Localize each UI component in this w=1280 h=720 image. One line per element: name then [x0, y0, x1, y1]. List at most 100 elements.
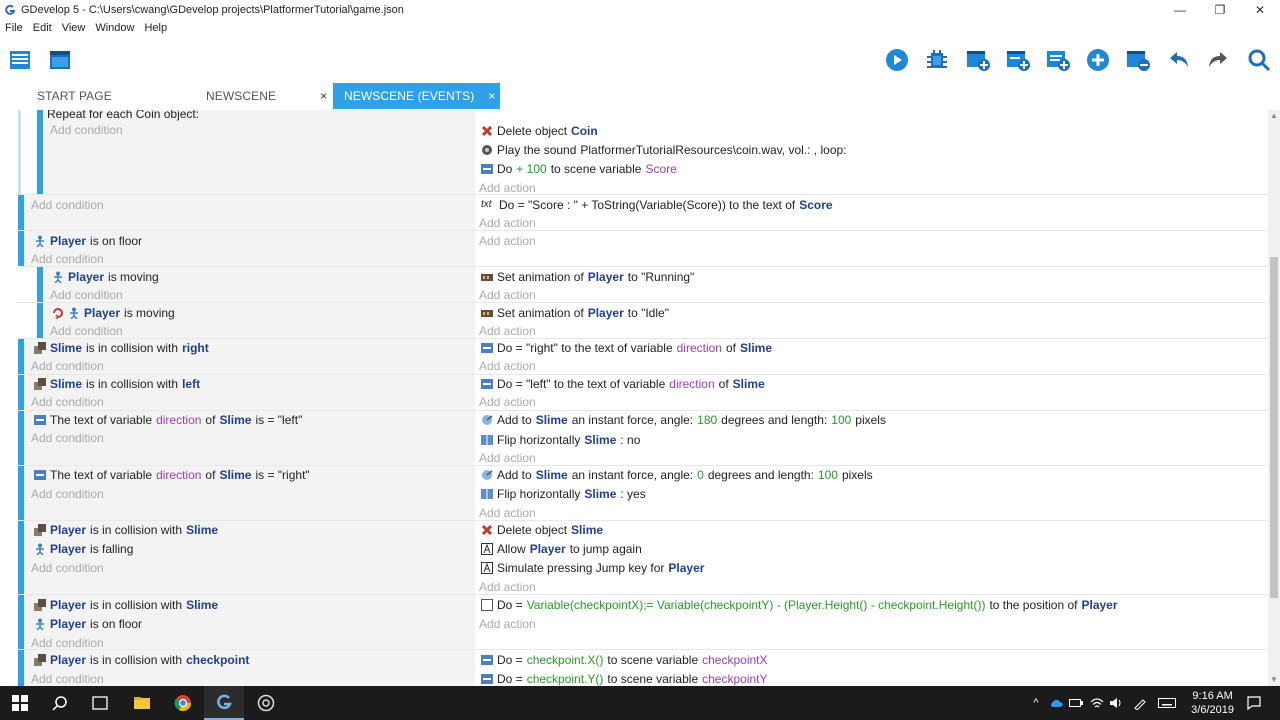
action-set-direction-left[interactable]: Do = "left" to the text of variable direc…	[481, 375, 765, 393]
action-delete-slime[interactable]: Delete object Slime	[481, 521, 603, 539]
action-add-score[interactable]: Do + 100 to scene variable Score	[481, 160, 677, 178]
wifi-icon[interactable]	[1087, 686, 1107, 720]
add-action-link[interactable]: Add action	[479, 615, 536, 633]
event-player-not-moving[interactable]: Player is moving Add condition Set animat…	[0, 303, 1268, 339]
condition-direction-right[interactable]: The text of variable direction of Slime is =…	[34, 466, 310, 484]
preview-button[interactable]	[883, 46, 911, 74]
menu-file[interactable]: File	[0, 22, 28, 34]
add-condition-link[interactable]: Add condition	[31, 357, 104, 375]
condition-slime-collision-right[interactable]: Slime is in collision with right	[34, 339, 209, 357]
condition-player-on-floor[interactable]: Player is on floor	[34, 615, 142, 633]
add-subevent-button[interactable]	[1004, 46, 1032, 74]
notification-icon[interactable]	[1244, 686, 1264, 720]
action-add-force-right[interactable]: Add to Slime an instant force, angle: 0 degr…	[481, 466, 873, 484]
battery-icon[interactable]	[1066, 686, 1086, 720]
action-set-animation-idle[interactable]: Set animation of Player to "Idle"	[481, 304, 669, 322]
add-action-link[interactable]: Add action	[479, 232, 536, 250]
action-set-animation-running[interactable]: Set animation of Player to "Running"	[481, 268, 694, 286]
action-allow-jump[interactable]: Allow Player to jump again	[481, 540, 642, 558]
project-manager-button[interactable]	[6, 46, 34, 74]
scroll-down-arrow-icon[interactable]: ▼	[1268, 674, 1280, 686]
pen-icon[interactable]	[1130, 686, 1150, 720]
event-slime-collide-right[interactable]: Slime is in collision with right Add condi…	[0, 339, 1268, 375]
action-delete-coin[interactable]: Delete object Coin	[481, 122, 598, 140]
condition-player-collision-slime[interactable]: Player is in collision with Slime	[34, 521, 218, 539]
volume-icon[interactable]	[1106, 686, 1126, 720]
undo-button[interactable]	[1165, 46, 1193, 74]
event-slime-collide-left[interactable]: Slime is in collision with left Add condit…	[0, 375, 1268, 411]
file-explorer-taskbar-button[interactable]	[122, 686, 162, 720]
vertical-scrollbar[interactable]: ▲ ▼	[1268, 110, 1280, 686]
system-clock[interactable]: 9:16 AM 3/6/2019	[1191, 689, 1234, 717]
tab-newscene[interactable]: NEWSCENE ×	[190, 83, 333, 109]
event-player-on-floor[interactable]: Player is on floor Add condition Add acti…	[0, 231, 1268, 267]
gdevelop-taskbar-button[interactable]	[204, 686, 244, 720]
condition-slime-collision-left[interactable]: Slime is in collision with left	[34, 375, 200, 393]
menu-view[interactable]: View	[57, 22, 91, 34]
menu-window[interactable]: Window	[90, 22, 139, 34]
add-condition-link[interactable]: Add condition	[31, 393, 104, 411]
event-stomp-slime[interactable]: Player is in collision with Slime Player is…	[0, 521, 1268, 595]
add-event-button[interactable]	[964, 46, 992, 74]
start-button[interactable]	[0, 686, 40, 720]
action-flip-yes[interactable]: Flip horizontally Slime: yes	[481, 485, 646, 503]
action-flip-no[interactable]: Flip horizontally Slime: no	[481, 431, 640, 449]
event-checkpoint[interactable]: Player is in collision with checkpoint Add…	[0, 650, 1268, 686]
search-taskbar-button[interactable]	[40, 686, 80, 720]
onedrive-icon[interactable]	[1046, 686, 1066, 720]
add-condition-link[interactable]: Add condition	[31, 559, 104, 577]
close-tab-icon[interactable]: ×	[488, 89, 495, 103]
condition-player-moving[interactable]: Player is moving	[52, 268, 159, 286]
condition-player-on-floor[interactable]: Player is on floor	[34, 232, 142, 250]
event-update-score[interactable]: Add condition txt Do = "Score : " + ToSt…	[0, 195, 1268, 231]
close-window-button[interactable]: ✕	[1240, 0, 1280, 20]
events-sheet[interactable]: Repeat for each Coin object: Add conditi…	[0, 110, 1268, 686]
delete-selection-button[interactable]	[1124, 46, 1152, 74]
tab-start-page[interactable]: START PAGE	[0, 83, 190, 109]
add-action-link[interactable]: Add action	[479, 357, 536, 375]
action-set-checkpoint-x[interactable]: Do = checkpoint.X() to scene variable check…	[481, 651, 768, 669]
search-button[interactable]	[1245, 46, 1273, 74]
event-repeat-coin[interactable]: Repeat for each Coin object: Add conditi…	[0, 110, 1268, 195]
close-tab-icon[interactable]: ×	[320, 89, 327, 103]
action-set-direction-right[interactable]: Do = "right" to the text of variable dire…	[481, 339, 772, 357]
keyboard-icon[interactable]	[1157, 686, 1177, 720]
action-simulate-jump[interactable]: Simulate pressing Jump key for Player	[481, 559, 704, 577]
maximize-button[interactable]: ❐	[1200, 0, 1240, 20]
app-taskbar-button[interactable]	[246, 686, 286, 720]
scene-editor-button[interactable]	[46, 46, 74, 74]
event-player-dies[interactable]: Player is in collision with Slime Player is…	[0, 595, 1268, 650]
menu-edit[interactable]: Edit	[28, 22, 57, 34]
add-condition-link[interactable]: Add condition	[31, 196, 104, 214]
debugger-button[interactable]	[923, 46, 951, 74]
action-set-checkpoint-y[interactable]: Do = checkpoint.Y() to scene variable check…	[481, 670, 768, 686]
event-direction-left[interactable]: The text of variable direction of Slime is =…	[0, 411, 1268, 466]
condition-player-falling[interactable]: Player is falling	[34, 540, 133, 558]
task-view-button[interactable]	[80, 686, 120, 720]
action-play-sound[interactable]: Play the sound PlatformerTutorialResource…	[481, 141, 847, 159]
add-condition-link[interactable]: Add condition	[31, 670, 104, 686]
scrollbar-thumb[interactable]	[1270, 257, 1278, 598]
condition-direction-left[interactable]: The text of variable direction of Slime is =…	[34, 411, 302, 429]
event-direction-right[interactable]: The text of variable direction of Slime is =…	[0, 466, 1268, 521]
scroll-up-arrow-icon[interactable]: ▲	[1268, 110, 1280, 122]
redo-button[interactable]	[1204, 46, 1232, 74]
add-condition-link[interactable]: Add condition	[31, 429, 104, 447]
minimize-button[interactable]: —	[1160, 0, 1200, 20]
chrome-taskbar-button[interactable]	[163, 686, 203, 720]
tab-newscene-events[interactable]: NEWSCENE (EVENTS) ×	[333, 83, 500, 109]
action-set-position[interactable]: Do = Variable(checkpointX);= Variable(che…	[481, 596, 1118, 614]
condition-player-collision-slime[interactable]: Player is in collision with Slime	[34, 596, 218, 614]
condition-player-collision-checkpoint[interactable]: Player is in collision with checkpoint	[34, 651, 249, 669]
add-condition-link[interactable]: Add condition	[31, 485, 104, 503]
action-set-text[interactable]: txt Do = "Score : " + ToString(Variable(…	[481, 196, 833, 214]
menu-help[interactable]: Help	[139, 22, 172, 34]
add-comment-button[interactable]	[1044, 46, 1072, 74]
add-condition-link[interactable]: Add condition	[50, 121, 123, 139]
add-action-link[interactable]: Add action	[479, 393, 536, 411]
add-other-button[interactable]	[1084, 46, 1112, 74]
tray-chevron-icon[interactable]: ^	[1026, 686, 1046, 720]
condition-player-not-moving[interactable]: Player is moving	[52, 304, 175, 322]
action-add-force-left[interactable]: Add to Slime an instant force, angle: 180 de…	[481, 411, 886, 429]
event-player-moving[interactable]: Player is moving Add condition Set animat…	[0, 267, 1268, 303]
